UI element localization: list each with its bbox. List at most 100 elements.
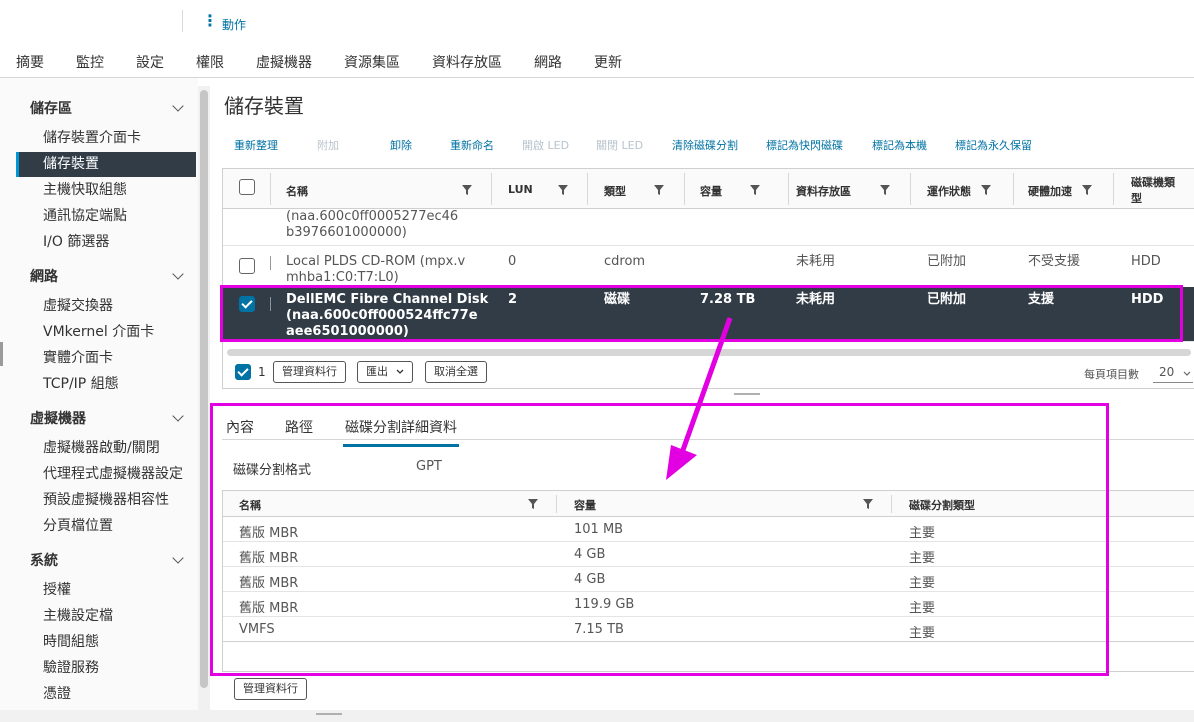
sidebar-item-tcpip[interactable]: TCP/IP 組態 xyxy=(16,372,196,397)
selection-count-checkbox[interactable] xyxy=(235,364,251,380)
sidebar-item-time-config[interactable]: 時間組態 xyxy=(16,630,196,655)
table-row[interactable]: VMFS 7.15 TB 主要 xyxy=(223,617,1194,642)
tab-permissions[interactable]: 權限 xyxy=(196,52,224,72)
deselect-all-button[interactable]: 取消全選 xyxy=(425,361,487,383)
table-row[interactable]: 舊版 MBR 101 MB 主要 xyxy=(223,517,1194,542)
table-row[interactable]: (naa.600c0ff0005277ec46 b3976601000000) xyxy=(223,209,1194,246)
column-header-partition-capacity[interactable]: 容量 xyxy=(574,497,596,513)
sidebar-item-storage-devices[interactable]: 儲存裝置 xyxy=(16,152,196,177)
column-header-datastore[interactable]: 資料存放區 xyxy=(788,169,906,209)
tab-networks[interactable]: 網路 xyxy=(534,52,562,72)
sidebar-item-auth-services[interactable]: 驗證服務 xyxy=(16,656,196,681)
sidebar-item-virtual-switches[interactable]: 虛擬交換器 xyxy=(16,294,196,319)
sidebar-item-host-profile[interactable]: 主機設定檔 xyxy=(16,604,196,629)
sidebar-item-protocol-endpoints[interactable]: 通訊協定端點 xyxy=(16,204,196,229)
tab-monitor[interactable]: 監控 xyxy=(76,52,104,72)
partition-type: 主要 xyxy=(909,526,936,541)
chevron-down-icon[interactable] xyxy=(172,554,184,566)
row-checkbox[interactable] xyxy=(239,258,255,274)
filter-icon[interactable] xyxy=(750,185,760,195)
column-header-partition-type[interactable]: 磁碟分割類型 xyxy=(909,497,975,513)
tab-paths[interactable]: 路徑 xyxy=(285,417,313,437)
tab-datastores[interactable]: 資料存放區 xyxy=(432,52,502,72)
manage-columns-button[interactable]: 管理資料行 xyxy=(273,361,346,383)
filter-icon[interactable] xyxy=(528,499,538,509)
scrollbar-thumb[interactable] xyxy=(200,90,208,688)
mark-flash-button[interactable]: 標記為快閃磁碟 xyxy=(766,137,843,153)
sidebar-item-certificate[interactable]: 憑證 xyxy=(16,682,196,707)
actions-menu[interactable]: 動作 xyxy=(222,16,246,33)
sidebar-item-licensing[interactable]: 授權 xyxy=(16,578,196,603)
chevron-down-icon xyxy=(396,369,404,374)
table-row[interactable]: Local PLDS CD-ROM (mpx.v mhba1:C0:T7:L0)… xyxy=(223,246,1194,288)
tab-summary[interactable]: 摘要 xyxy=(16,52,44,72)
mark-perennial-button[interactable]: 標記為永久保留 xyxy=(955,137,1032,153)
partition-format-value: GPT xyxy=(416,459,442,474)
tab-partition-details[interactable]: 磁碟分割詳細資料 xyxy=(343,417,459,447)
rename-button[interactable]: 重新命名 xyxy=(450,137,494,153)
items-per-page-select[interactable]: 20 xyxy=(1153,365,1193,383)
table-row[interactable]: 舊版 MBR 4 GB 主要 xyxy=(223,542,1194,567)
table-row[interactable]: 舊版 MBR 4 GB 主要 xyxy=(223,567,1194,592)
column-divider xyxy=(587,173,588,205)
led-on-button[interactable]: 開啟 LED xyxy=(522,137,569,153)
filter-icon[interactable] xyxy=(1082,185,1092,195)
sidebar-item-storage-adapters[interactable]: 儲存裝置介面卡 xyxy=(16,126,196,151)
select-all-checkbox[interactable] xyxy=(239,179,255,195)
chevron-down-icon[interactable] xyxy=(172,412,184,424)
table-row[interactable]: 舊版 MBR 119.9 GB 主要 xyxy=(223,592,1194,617)
sidebar-group-system[interactable]: 系統 xyxy=(30,550,58,570)
attach-button[interactable]: 附加 xyxy=(317,137,339,153)
filter-icon[interactable] xyxy=(863,499,873,509)
export-button[interactable]: 匯出 xyxy=(357,361,413,383)
sidebar-item-default-compat[interactable]: 預設虛擬機器相容性 xyxy=(16,488,196,513)
sidebar-item-host-cache[interactable]: 主機快取組態 xyxy=(16,178,196,203)
row-checkbox-checked[interactable] xyxy=(239,296,255,312)
partition-name: 舊版 MBR xyxy=(239,576,299,591)
column-header-type[interactable]: 類型 xyxy=(596,169,684,209)
sidebar-item-agent-vm[interactable]: 代理程式虛擬機器設定 xyxy=(16,462,196,487)
column-header-hw-accel[interactable]: 硬體加速 xyxy=(1020,169,1112,209)
rescan-button[interactable]: 重新整理 xyxy=(234,137,278,153)
filter-icon[interactable] xyxy=(462,185,472,195)
tab-configure[interactable]: 設定 xyxy=(134,52,166,85)
pane-splitter[interactable] xyxy=(734,393,760,395)
led-off-button[interactable]: 關閉 LED xyxy=(596,137,643,153)
tab-properties[interactable]: 內容 xyxy=(226,417,254,437)
tab-resource-pools[interactable]: 資源集區 xyxy=(344,52,400,72)
tab-vms[interactable]: 虛擬機器 xyxy=(256,52,312,72)
partition-manage-columns-button[interactable]: 管理資料行 xyxy=(234,678,307,700)
filter-icon[interactable] xyxy=(654,185,664,195)
sidebar-group-storage[interactable]: 儲存區 xyxy=(30,98,72,118)
object-title-area xyxy=(0,4,172,38)
bottom-scrollbar[interactable] xyxy=(0,710,1194,722)
filter-icon[interactable] xyxy=(558,185,568,195)
panel-resize-handle[interactable] xyxy=(0,342,3,366)
mark-local-button[interactable]: 標記為本機 xyxy=(872,137,927,153)
column-header-capacity[interactable]: 容量 xyxy=(692,169,788,209)
filter-icon[interactable] xyxy=(981,185,991,195)
sidebar-item-io-filters[interactable]: I/O 篩選器 xyxy=(16,230,196,255)
tab-updates[interactable]: 更新 xyxy=(594,52,622,72)
chevron-down-icon[interactable] xyxy=(172,270,184,282)
sidebar-scrollbar[interactable] xyxy=(198,86,210,710)
filter-icon[interactable] xyxy=(880,185,890,195)
column-header-status[interactable]: 運作狀態 xyxy=(919,169,1009,209)
scrollbar-grip[interactable] xyxy=(316,713,342,715)
sidebar-group-vms[interactable]: 虛擬機器 xyxy=(30,408,86,428)
detach-button[interactable]: 卸除 xyxy=(390,137,412,153)
table-row-selected[interactable]: DellEMC Fibre Channel Disk (naa.600c0ff0… xyxy=(223,287,1194,342)
column-header-lun[interactable]: LUN xyxy=(500,169,587,209)
sidebar-group-networking[interactable]: 網路 xyxy=(30,266,58,286)
more-vertical-icon[interactable]: ⋮ xyxy=(202,13,218,31)
sidebar-item-vm-startup[interactable]: 虛擬機器啟動/關閉 xyxy=(16,436,196,461)
horizontal-scrollbar[interactable] xyxy=(227,349,1191,356)
sidebar-item-vmkernel-adapters[interactable]: VMkernel 介面卡 xyxy=(16,320,196,345)
chevron-down-icon[interactable] xyxy=(172,102,184,114)
clear-partitions-button[interactable]: 清除磁碟分割 xyxy=(672,137,738,153)
column-header-name[interactable]: 名稱 xyxy=(278,169,491,209)
sidebar-item-physical-adapters[interactable]: 實體介面卡 xyxy=(16,346,196,371)
sidebar-item-swap-location[interactable]: 分頁檔位置 xyxy=(16,514,196,539)
column-header-partition-name[interactable]: 名稱 xyxy=(239,497,261,513)
column-header-drive-type[interactable]: 磁碟機類型 xyxy=(1123,169,1183,209)
